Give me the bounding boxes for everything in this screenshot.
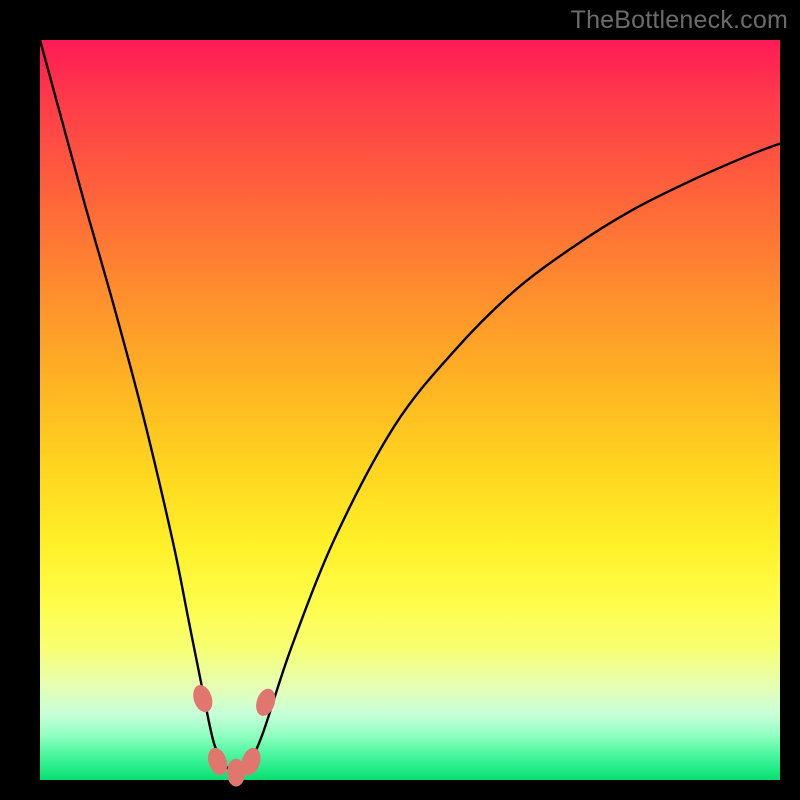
- curve-marker: [190, 683, 216, 715]
- chart-svg: [40, 40, 780, 780]
- curve-marker: [253, 686, 279, 718]
- curve-markers: [190, 683, 279, 787]
- watermark-text: TheBottleneck.com: [571, 6, 788, 35]
- chart-frame: TheBottleneck.com: [0, 0, 800, 800]
- curve-marker: [205, 745, 231, 777]
- bottleneck-curve: [40, 40, 780, 773]
